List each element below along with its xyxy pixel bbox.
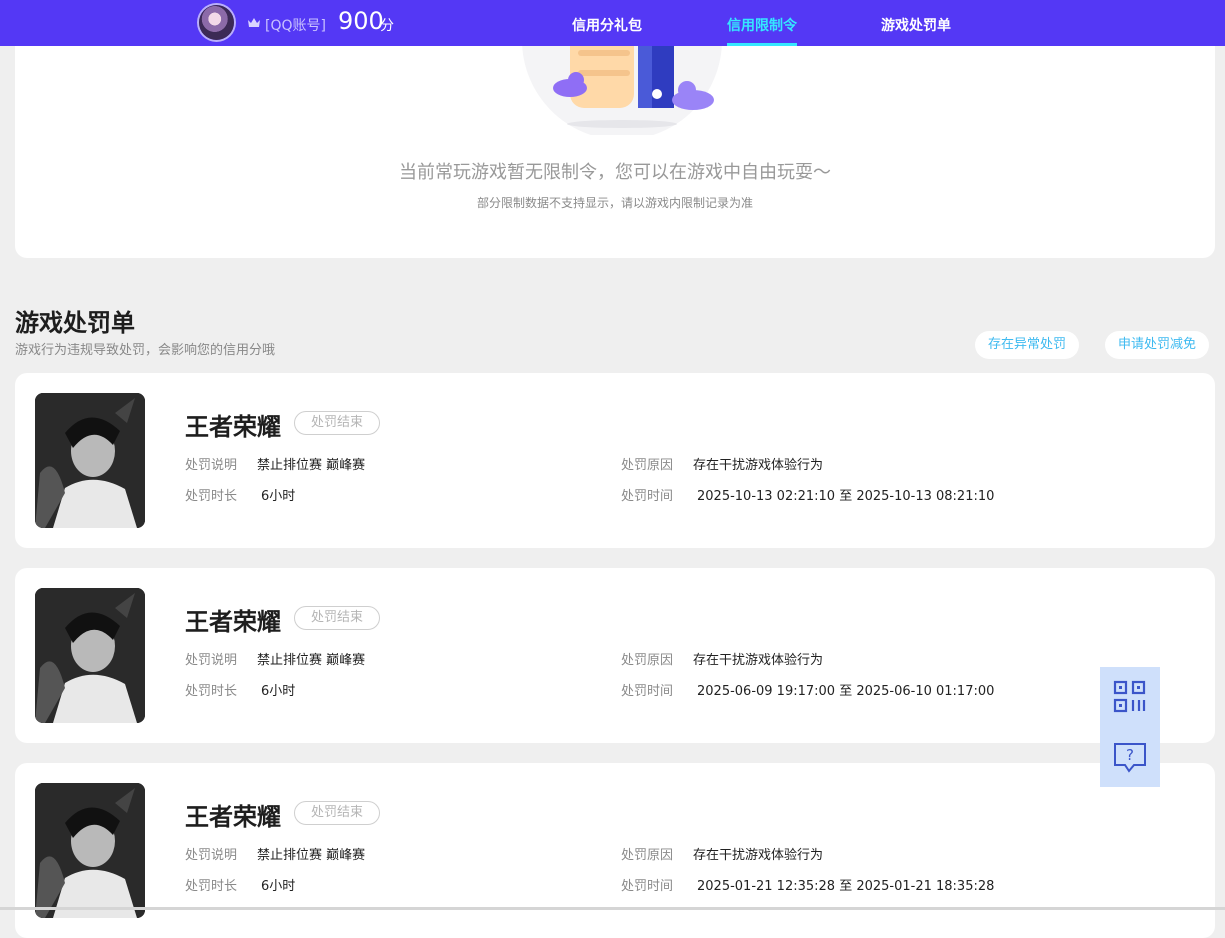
penalty-card: 王者荣耀 处罚结束 处罚说明 禁止排位赛 巅峰赛 处罚原因 存在干扰游戏体验行为… (15, 763, 1215, 938)
help-chat-icon: ? (1114, 743, 1146, 773)
reason-label: 处罚原因 (621, 653, 674, 668)
credit-score-unit: 分 (380, 18, 394, 34)
qr-code-button[interactable] (1100, 667, 1160, 727)
time-label: 处罚时间 (621, 684, 674, 699)
reason-label: 处罚原因 (621, 848, 674, 863)
penalty-section-title: 游戏处罚单 (15, 309, 135, 337)
abnormal-penalty-button[interactable]: 存在异常处罚 (975, 331, 1080, 359)
tab-penalty-list[interactable]: 游戏处罚单 (881, 15, 951, 35)
game-thumbnail (35, 783, 145, 918)
reason-value: 存在干扰游戏体验行为 (693, 458, 824, 473)
penalty-section-subtitle: 游戏行为违规导致处罚，会影响您的信用分哦 (15, 343, 276, 358)
empty-restriction-message: 当前常玩游戏暂无限制令，您可以在游戏中自由玩耍～ (399, 162, 831, 183)
desc-label: 处罚说明 (185, 458, 238, 473)
game-name: 王者荣耀 (185, 413, 281, 441)
time-label: 处罚时间 (621, 879, 674, 894)
status-badge: 处罚结束 (294, 411, 380, 435)
svg-text:?: ? (1126, 746, 1134, 764)
desc-label: 处罚说明 (185, 653, 238, 668)
duration-label: 处罚时长 (185, 489, 238, 504)
duration-label: 处罚时长 (185, 684, 238, 699)
avatar[interactable] (199, 5, 234, 40)
credit-score: 900 (338, 7, 384, 35)
duration-value: 6小时 (261, 879, 296, 894)
penalty-card: 王者荣耀 处罚结束 处罚说明 禁止排位赛 巅峰赛 处罚原因 存在干扰游戏体验行为… (15, 568, 1215, 743)
restriction-note: 部分限制数据不支持显示，请以游戏内限制记录为准 (476, 196, 753, 210)
game-thumbnail (35, 588, 145, 723)
reason-value: 存在干扰游戏体验行为 (693, 653, 824, 668)
time-label: 处罚时间 (621, 489, 674, 504)
top-bar: [QQ账号] 900 分 信用分礼包 信用限制令 游戏处罚单 (0, 0, 1225, 46)
apply-penalty-reduction-button[interactable]: 申请处罚减免 (1105, 331, 1210, 359)
qr-code-icon (1113, 680, 1146, 713)
desc-value: 禁止排位赛 巅峰赛 (257, 458, 366, 473)
duration-value: 6小时 (261, 489, 296, 504)
account-type-label: [QQ账号] (265, 18, 326, 34)
penalty-card: 王者荣耀 处罚结束 处罚说明 禁止排位赛 巅峰赛 处罚原因 存在干扰游戏体验行为… (15, 373, 1215, 548)
game-thumbnail (35, 393, 145, 528)
duration-value: 6小时 (261, 684, 296, 699)
tab-credit-restriction[interactable]: 信用限制令 (727, 15, 797, 35)
restriction-card: 当前常玩游戏暂无限制令，您可以在游戏中自由玩耍～ 部分限制数据不支持显示，请以游… (15, 20, 1215, 258)
desc-value: 禁止排位赛 巅峰赛 (257, 653, 366, 668)
game-name: 王者荣耀 (185, 608, 281, 636)
reason-value: 存在干扰游戏体验行为 (693, 848, 824, 863)
crown-icon (248, 18, 260, 27)
help-feedback-button[interactable]: ? (1100, 727, 1160, 787)
reason-label: 处罚原因 (621, 458, 674, 473)
status-badge: 处罚结束 (294, 606, 380, 630)
desc-value: 禁止排位赛 巅峰赛 (257, 848, 366, 863)
duration-label: 处罚时长 (185, 879, 238, 894)
time-value: 2025-01-21 12:35:28 至 2025-01-21 18:35:2… (697, 879, 995, 894)
time-value: 2025-06-09 19:17:00 至 2025-06-10 01:17:0… (697, 684, 995, 699)
time-value: 2025-10-13 02:21:10 至 2025-10-13 08:21:1… (697, 489, 995, 504)
status-badge: 处罚结束 (294, 801, 380, 825)
active-tab-indicator (727, 43, 797, 46)
game-name: 王者荣耀 (185, 803, 281, 831)
desc-label: 处罚说明 (185, 848, 238, 863)
tab-credit-gift[interactable]: 信用分礼包 (572, 15, 642, 35)
